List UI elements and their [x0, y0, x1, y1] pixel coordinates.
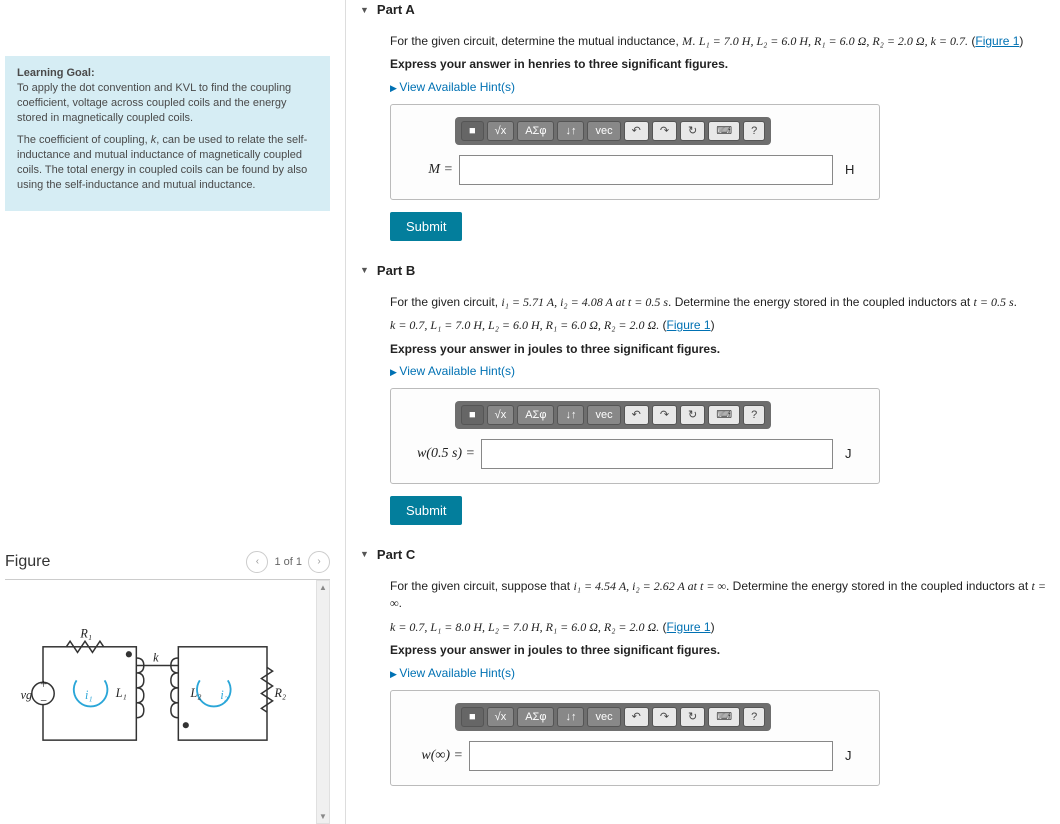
view-hints-link[interactable]: View Available Hint(s): [390, 80, 1050, 94]
svg-text:−: −: [40, 693, 47, 707]
tool-template-button[interactable]: ■: [461, 707, 484, 727]
svg-text:i₂: i₂: [220, 688, 228, 702]
figure-scrollbar[interactable]: ▲ ▼: [316, 580, 330, 824]
submit-button-a[interactable]: Submit: [390, 212, 462, 241]
caret-down-icon: ▼: [360, 5, 369, 15]
scroll-up-icon[interactable]: ▲: [317, 581, 329, 595]
svg-text:L₂: L₂: [189, 686, 201, 700]
part-a-title: Part A: [377, 2, 415, 17]
circuit-diagram: R₁ R₂ L₁ L₂ i₁ i₂ k vg + −: [5, 580, 312, 824]
svg-text:i₁: i₁: [85, 688, 93, 702]
answer-unit-a: H: [845, 162, 865, 177]
svg-text:R₁: R₁: [79, 626, 92, 640]
tool-help-button[interactable]: ?: [743, 121, 765, 141]
view-hints-link[interactable]: View Available Hint(s): [390, 364, 1050, 378]
equation-toolbar: ■ √x ΑΣφ ↓↑ vec ↶ ↷ ↻ ⌨ ?: [455, 401, 771, 429]
tool-subsup-button[interactable]: ↓↑: [557, 121, 584, 141]
figure-next-button[interactable]: ›: [308, 551, 330, 573]
svg-text:R₂: R₂: [273, 686, 286, 700]
answer-input-a[interactable]: [459, 155, 833, 185]
part-a-M: M: [682, 34, 692, 48]
equation-toolbar: ■ √x ΑΣφ ↓↑ vec ↶ ↷ ↻ ⌨ ?: [455, 703, 771, 731]
svg-text:k: k: [153, 650, 159, 664]
figure-title: Figure: [5, 553, 50, 571]
tool-template-button[interactable]: ■: [461, 405, 484, 425]
tool-template-button[interactable]: ■: [461, 121, 484, 141]
part-b-title: Part B: [377, 263, 415, 278]
part-c-instruction: Express your answer in joules to three s…: [390, 643, 720, 657]
equation-toolbar: ■ √x ΑΣφ ↓↑ vec ↶ ↷ ↻ ⌨ ?: [455, 117, 771, 145]
answer-box-b: ■ √x ΑΣφ ↓↑ vec ↶ ↷ ↻ ⌨ ? w(0.5 s) =: [390, 388, 880, 484]
answer-box-a: ■ √x ΑΣφ ↓↑ vec ↶ ↷ ↻ ⌨ ? M = H: [390, 104, 880, 200]
tool-sqrt-button[interactable]: √x: [487, 405, 515, 425]
figure-link[interactable]: Figure 1: [667, 318, 711, 332]
scroll-down-icon[interactable]: ▼: [317, 809, 329, 823]
part-c-params: k = 0.7, L₁ = 8.0 H, L₂ = 7.0 H, R₁ = 6.…: [390, 620, 659, 634]
tool-keyboard-button[interactable]: ⌨: [708, 121, 740, 141]
view-hints-link[interactable]: View Available Hint(s): [390, 666, 1050, 680]
part-a-header[interactable]: ▼ Part A: [360, 2, 1050, 17]
tool-undo-button[interactable]: ↶: [624, 707, 649, 727]
tool-undo-button[interactable]: ↶: [624, 121, 649, 141]
answer-input-c[interactable]: [469, 741, 833, 771]
answer-unit-c: J: [845, 748, 865, 763]
part-a-instruction: Express your answer in henries to three …: [390, 57, 728, 71]
learning-goal-text-1: To apply the dot convention and KVL to f…: [17, 82, 291, 124]
svg-text:L₁: L₁: [115, 686, 127, 700]
part-a-params: L₁ = 7.0 H, L₂ = 6.0 H, R₁ = 6.0 Ω, R₂ =…: [699, 34, 968, 48]
learning-goal-heading: Learning Goal:: [17, 67, 95, 79]
answer-input-b[interactable]: [481, 439, 833, 469]
figure-link[interactable]: Figure 1: [975, 34, 1019, 48]
part-b-instruction: Express your answer in joules to three s…: [390, 342, 720, 356]
tool-subsup-button[interactable]: ↓↑: [557, 707, 584, 727]
svg-text:vg: vg: [21, 688, 32, 702]
figure-link[interactable]: Figure 1: [667, 620, 711, 634]
learning-goal-panel: Learning Goal: To apply the dot conventi…: [5, 56, 330, 211]
svg-text:+: +: [40, 677, 47, 691]
part-b-params: k = 0.7, L₁ = 7.0 H, L₂ = 6.0 H, R₁ = 6.…: [390, 318, 659, 332]
part-a-question-a: For the given circuit, determine the mut…: [390, 34, 682, 48]
tool-vec-button[interactable]: vec: [587, 405, 620, 425]
answer-box-c: ■ √x ΑΣφ ↓↑ vec ↶ ↷ ↻ ⌨ ? w(∞) =: [390, 690, 880, 786]
figure-prev-button[interactable]: ‹: [246, 551, 268, 573]
caret-down-icon: ▼: [360, 549, 369, 559]
tool-redo-button[interactable]: ↷: [652, 707, 677, 727]
tool-reset-button[interactable]: ↻: [680, 121, 705, 141]
tool-greek-button[interactable]: ΑΣφ: [517, 405, 554, 425]
part-b-header[interactable]: ▼ Part B: [360, 263, 1050, 278]
tool-keyboard-button[interactable]: ⌨: [708, 405, 740, 425]
learning-goal-text-2a: The coefficient of coupling,: [17, 134, 151, 146]
answer-var-c: w(∞) =: [405, 748, 463, 764]
tool-redo-button[interactable]: ↷: [652, 121, 677, 141]
tool-redo-button[interactable]: ↷: [652, 405, 677, 425]
caret-down-icon: ▼: [360, 265, 369, 275]
tool-undo-button[interactable]: ↶: [624, 405, 649, 425]
tool-reset-button[interactable]: ↻: [680, 707, 705, 727]
tool-greek-button[interactable]: ΑΣφ: [517, 707, 554, 727]
tool-help-button[interactable]: ?: [743, 405, 765, 425]
submit-button-b[interactable]: Submit: [390, 496, 462, 525]
answer-var-b: w(0.5 s) =: [405, 446, 475, 462]
tool-sqrt-button[interactable]: √x: [487, 707, 515, 727]
tool-vec-button[interactable]: vec: [587, 121, 620, 141]
tool-help-button[interactable]: ?: [743, 707, 765, 727]
part-c-title: Part C: [377, 547, 415, 562]
tool-sqrt-button[interactable]: √x: [487, 121, 515, 141]
tool-greek-button[interactable]: ΑΣφ: [517, 121, 554, 141]
tool-keyboard-button[interactable]: ⌨: [708, 707, 740, 727]
answer-unit-b: J: [845, 446, 865, 461]
answer-var-a: M =: [405, 162, 453, 178]
part-c-header[interactable]: ▼ Part C: [360, 547, 1050, 562]
tool-reset-button[interactable]: ↻: [680, 405, 705, 425]
figure-counter: 1 of 1: [274, 556, 302, 568]
tool-vec-button[interactable]: vec: [587, 707, 620, 727]
tool-subsup-button[interactable]: ↓↑: [557, 405, 584, 425]
